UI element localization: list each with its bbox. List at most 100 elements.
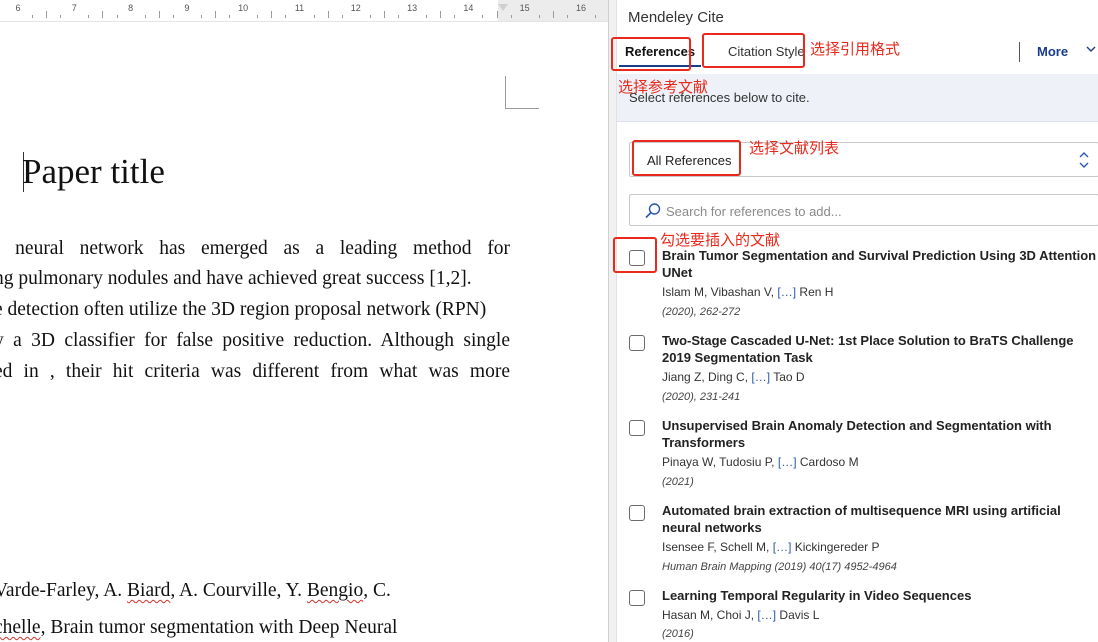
panel-title: Mendeley Cite (628, 9, 724, 26)
authors-end: Davis L (779, 608, 820, 622)
search-box[interactable] (629, 194, 1098, 226)
reference-title: Automated brain extraction of multiseque… (662, 503, 1061, 535)
horizontal-ruler[interactable]: 6 7 8 9 10 11 12 13 14 15 16 (0, 0, 608, 22)
ruler-tick (102, 11, 104, 18)
ref-text-segment: Varde-Farley, A. (0, 580, 128, 601)
ref-text-segment: , A. Courville, Y. (170, 580, 307, 601)
ruler-tick (496, 11, 498, 18)
spellcheck-flagged-word[interactable]: Bengio (307, 580, 363, 601)
reference-meta: Human Brain Mapping (2019) 40(17) 4952-4… (662, 561, 897, 573)
reference-text-line[interactable]: Varde-Farley, A. Biard, A. Courville, Y.… (0, 580, 391, 602)
select-updown-icon (1078, 149, 1090, 171)
ruler-tick (341, 15, 343, 18)
reference-checkbox[interactable] (629, 505, 645, 521)
ruler-tick (566, 15, 568, 18)
reference-item[interactable]: Two-Stage Cascaded U-Net: 1st Place Solu… (617, 332, 1098, 416)
ruler-tick (482, 15, 484, 18)
reference-authors: Jiang Z, Ding C, […] Tao D (662, 370, 805, 384)
annotation-label-reference-list: 选择文献列表 (749, 139, 840, 157)
ruler-number: 15 (519, 3, 530, 13)
ruler-tick (538, 15, 540, 18)
spellcheck-flagged-word[interactable]: chelle (0, 617, 41, 638)
panel-scrollbar[interactable] (609, 0, 617, 642)
ref-text-segment: , C. (363, 580, 391, 601)
reference-checkbox[interactable] (629, 420, 645, 436)
ruler-tick (200, 15, 202, 18)
ruler-tick (215, 11, 217, 18)
reference-item[interactable]: Brain Tumor Segmentation and Survival Pr… (617, 247, 1098, 331)
chevron-down-icon[interactable] (1085, 43, 1097, 58)
reference-item[interactable]: Automated brain extraction of multiseque… (617, 502, 1098, 586)
ruler-number: 6 (15, 3, 21, 13)
ruler-number: 8 (128, 3, 134, 13)
reference-title: Two-Stage Cascaded U-Net: 1st Place Solu… (662, 333, 1074, 365)
reference-authors: Pinaya W, Tudosiu P, […] Cardoso M (662, 455, 859, 469)
spellcheck-flagged-word[interactable]: Biard (127, 580, 170, 601)
annotation-label-citation-style: 选择引用格式 (810, 40, 901, 58)
more-menu-button[interactable]: More (1037, 44, 1068, 59)
authors-start: Hasan M, Choi J, (662, 608, 755, 622)
search-input[interactable] (666, 202, 1086, 220)
authors-start: Isensee F, Schell M, (662, 540, 770, 554)
authors-expand-link[interactable]: […] (757, 608, 776, 622)
authors-end: Ren H (799, 285, 834, 299)
reference-title: Learning Temporal Regularity in Video Se… (662, 588, 972, 603)
authors-expand-link[interactable]: […] (751, 370, 770, 384)
ruler-tick (369, 15, 371, 18)
annotation-label-checkbox: 勾选要插入的文献 (660, 231, 781, 249)
ruler-number: 9 (184, 3, 190, 13)
ruler-tick (313, 15, 315, 18)
ruler-tick (440, 11, 442, 18)
body-text-line[interactable]: ed in , their hit criteria was different… (0, 361, 510, 383)
document-title[interactable]: Paper title (22, 152, 165, 192)
authors-expand-link[interactable]: […] (773, 540, 792, 554)
body-text-line[interactable]: l neural network has emerged as a leadin… (0, 238, 510, 260)
ruler-tick (88, 15, 90, 18)
ruler-number: 7 (71, 3, 77, 13)
ruler-tick (46, 11, 48, 18)
right-indent-marker[interactable] (498, 4, 508, 11)
authors-start: Jiang Z, Ding C, (662, 370, 749, 384)
ruler-tick (398, 15, 400, 18)
reference-item[interactable]: Learning Temporal Regularity in Video Se… (617, 587, 1098, 642)
authors-expand-link[interactable]: […] (778, 455, 797, 469)
annotation-box-citation-style (702, 33, 805, 68)
ruler-tick (158, 11, 160, 18)
body-text-line[interactable]: y a 3D classifier for false positive red… (0, 330, 510, 352)
ruler-tick (595, 15, 597, 18)
ruler-tick (32, 15, 34, 18)
body-text-line[interactable]: e detection often utilize the 3D region … (0, 299, 510, 321)
ruler-tick (257, 15, 259, 18)
reference-authors: Hasan M, Choi J, […] Davis L (662, 608, 819, 622)
ruler-tick (285, 15, 287, 18)
ruler-tick (144, 15, 146, 18)
ruler-tick (383, 11, 385, 18)
annotation-label-references: 选择参考文献 (618, 78, 709, 96)
reference-text-line[interactable]: chelle, Brain tumor segmentation with De… (0, 617, 397, 639)
ruler-tick (271, 11, 273, 18)
reference-checkbox[interactable] (629, 335, 645, 351)
reference-title: Unsupervised Brain Anomaly Detection and… (662, 418, 1052, 450)
authors-start: Pinaya W, Tudosiu P, (662, 455, 775, 469)
tab-divider (1019, 42, 1020, 62)
annotation-box-references-tab (611, 37, 691, 71)
ruler-tick (327, 11, 329, 18)
reference-meta: (2020), 262-272 (662, 306, 741, 318)
ruler-number: 12 (350, 3, 361, 13)
word-document-canvas[interactable]: 6 7 8 9 10 11 12 13 14 15 16 Paper title l neural … (0, 0, 608, 642)
ruler-tick (426, 15, 428, 18)
reference-meta: (2020), 231-241 (662, 391, 741, 403)
ruler-tick (116, 15, 118, 18)
reference-authors: Islam M, Vibashan V, […] Ren H (662, 285, 833, 299)
page-margin-corner-mark (505, 76, 539, 109)
ruler-tick (454, 15, 456, 18)
reference-item[interactable]: Unsupervised Brain Anomaly Detection and… (617, 417, 1098, 501)
reference-checkbox[interactable] (629, 590, 645, 606)
authors-expand-link[interactable]: […] (777, 285, 796, 299)
body-text-line[interactable]: ng pulmonary nodules and have achieved g… (0, 268, 510, 290)
reference-meta: (2016) (662, 628, 694, 640)
ruler-number: 11 (294, 3, 305, 13)
ruler-number: 14 (463, 3, 474, 13)
reference-meta: (2021) (662, 476, 694, 488)
ruler-number: 13 (407, 3, 418, 13)
